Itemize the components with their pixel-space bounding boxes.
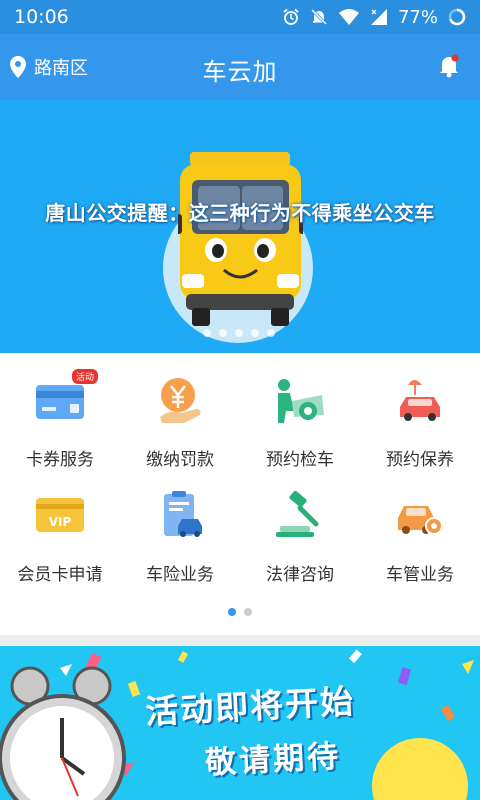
car-inspection-icon — [278, 379, 324, 423]
battery-ring-icon — [448, 8, 466, 26]
service-label: 法律咨询 — [266, 565, 334, 585]
service-car-insurance[interactable]: 车险业务 — [120, 470, 240, 585]
car-maintenance-icon — [400, 380, 440, 421]
service-label: 会员卡申请 — [17, 565, 103, 585]
service-grid: 活动 卡券服务 缴纳罚款 预约检车 预约保养 VIP 会员卡申请 车险业务 法律… — [0, 355, 480, 635]
promo-line-2: 敬请期待 — [204, 738, 343, 782]
car-settings-icon — [398, 506, 443, 535]
grid-dot-active — [228, 608, 236, 616]
mute-bell-icon — [310, 8, 328, 26]
service-label: 预约保养 — [386, 450, 454, 470]
service-book-maintenance[interactable]: 预约保养 — [360, 355, 480, 470]
bus-illustration — [178, 152, 303, 326]
gavel-icon — [276, 490, 319, 537]
service-vehicle-admin[interactable]: 车管业务 — [360, 470, 480, 585]
app-bar: 路南区 车云加 — [0, 34, 480, 100]
vip-card-icon: VIP — [36, 498, 84, 532]
wifi-icon — [338, 9, 359, 25]
status-bar: 10:06 77% — [0, 0, 480, 34]
alarm-icon — [283, 8, 299, 25]
service-legal-consult[interactable]: 法律咨询 — [240, 470, 360, 585]
service-book-inspection[interactable]: 预约检车 — [240, 355, 360, 470]
service-label: 预约检车 — [266, 450, 334, 470]
banner-headline: 唐山公交提醒：这三种行为不得乘坐公交车 — [45, 201, 435, 225]
service-label: 车险业务 — [146, 565, 214, 585]
banner-dot — [251, 329, 259, 337]
alarm-clock-illustration — [0, 666, 126, 800]
banner-dot — [235, 329, 243, 337]
bell-icon — [440, 54, 459, 78]
service-label: 缴纳罚款 — [146, 450, 214, 470]
location-pin-icon — [10, 56, 26, 78]
banner-dot — [219, 329, 227, 337]
battery-percent: 77% — [397, 6, 438, 28]
banner-dot — [267, 329, 275, 337]
location-label: 路南区 — [34, 58, 88, 79]
signal-icon — [370, 9, 387, 25]
service-card-voucher[interactable]: 活动 卡券服务 — [0, 355, 120, 470]
notification-button[interactable] — [438, 54, 460, 82]
grid-page-indicator — [228, 608, 252, 616]
section-divider — [0, 635, 480, 646]
banner-page-indicator — [203, 329, 275, 337]
banner-dot — [203, 329, 211, 337]
location-selector[interactable]: 路南区 — [10, 54, 88, 80]
svg-text:VIP: VIP — [49, 515, 72, 529]
banner-carousel[interactable]: 唐山公交提醒：这三种行为不得乘坐公交车 — [0, 100, 480, 353]
activity-badge: 活动 — [72, 369, 99, 384]
promo-banner[interactable]: 活动即将开始 敬请期待 — [0, 646, 480, 800]
car-insurance-icon — [164, 491, 202, 537]
grid-dot — [244, 608, 252, 616]
service-vip-card[interactable]: VIP 会员卡申请 — [0, 470, 120, 585]
status-icons: 77% — [282, 7, 466, 28]
service-label: 卡券服务 — [26, 450, 94, 470]
service-label: 车管业务 — [386, 565, 454, 585]
status-time: 10:06 — [14, 6, 69, 28]
service-pay-fine[interactable]: 缴纳罚款 — [120, 355, 240, 470]
yuan-payment-icon — [160, 378, 201, 423]
